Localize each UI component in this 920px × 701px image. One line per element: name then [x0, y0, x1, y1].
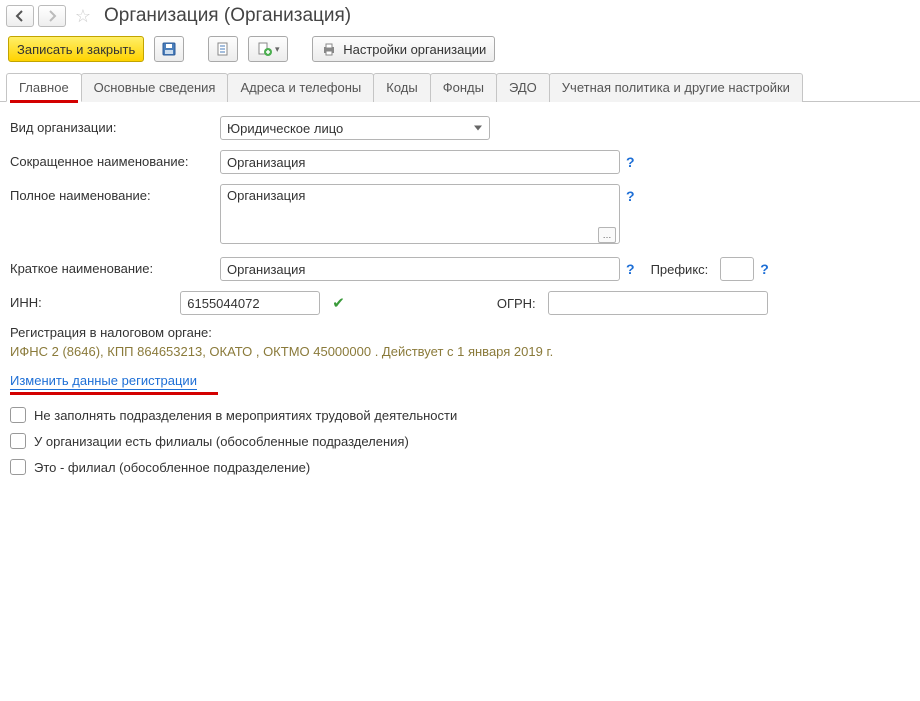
printer-icon: [321, 41, 337, 57]
document-icon: [215, 41, 231, 57]
nav-forward-button[interactable]: [38, 5, 66, 27]
brief-name-help-icon[interactable]: ?: [626, 261, 635, 277]
page-title: Организация (Организация): [104, 5, 351, 27]
short-name-label: Сокращенное наименование:: [10, 150, 220, 169]
no-subdivisions-label: Не заполнять подразделения в мероприятия…: [34, 408, 457, 423]
prefix-help-icon[interactable]: ?: [760, 261, 769, 277]
ogrn-label: ОГРН:: [497, 296, 536, 311]
inn-label: ИНН:: [10, 291, 180, 310]
short-name-input[interactable]: [220, 150, 620, 174]
ogrn-input[interactable]: [548, 291, 768, 315]
full-name-help-icon[interactable]: ?: [626, 188, 635, 204]
document-button[interactable]: [208, 36, 238, 62]
brief-name-input[interactable]: [220, 257, 620, 281]
no-subdivisions-checkbox[interactable]: [10, 407, 26, 423]
nav-back-button[interactable]: [6, 5, 34, 27]
tax-registration-label: Регистрация в налоговом органе:: [10, 325, 910, 340]
floppy-icon: [161, 41, 177, 57]
tab-accounting-policy[interactable]: Учетная политика и другие настройки: [549, 73, 803, 102]
is-branch-label: Это - филиал (обособленное подразделение…: [34, 460, 310, 475]
inn-valid-icon: ✔: [332, 294, 345, 312]
tax-registration-info: ИФНС 2 (8646), КПП 864653213, ОКАТО , ОК…: [10, 344, 910, 359]
tab-main[interactable]: Главное: [6, 73, 82, 102]
favorite-star-icon[interactable]: ☆: [72, 6, 94, 27]
tab-basic-info[interactable]: Основные сведения: [81, 73, 229, 102]
tab-addresses[interactable]: Адреса и телефоны: [227, 73, 374, 102]
short-name-help-icon[interactable]: ?: [626, 154, 635, 170]
prefix-label: Префикс:: [651, 262, 709, 277]
tab-funds[interactable]: Фонды: [430, 73, 497, 102]
edit-link-highlight: [10, 392, 218, 395]
full-name-label: Полное наименование:: [10, 184, 220, 203]
tab-codes[interactable]: Коды: [373, 73, 430, 102]
full-name-textarea[interactable]: [220, 184, 620, 244]
arrow-right-icon: [44, 8, 60, 24]
org-type-select[interactable]: Юридическое лицо: [220, 116, 490, 140]
has-branches-label: У организации есть филиалы (обособленные…: [34, 434, 409, 449]
save-button[interactable]: [154, 36, 184, 62]
edit-registration-link[interactable]: Изменить данные регистрации: [10, 373, 197, 390]
is-branch-checkbox[interactable]: [10, 459, 26, 475]
prefix-input[interactable]: [720, 257, 754, 281]
inn-input[interactable]: [180, 291, 320, 315]
org-settings-button[interactable]: Настройки организации: [312, 36, 495, 62]
has-branches-checkbox[interactable]: [10, 433, 26, 449]
add-document-button[interactable]: ▾: [248, 36, 288, 62]
org-type-label: Вид организации:: [10, 116, 220, 135]
save-and-close-button[interactable]: Записать и закрыть: [8, 36, 144, 62]
document-plus-icon: [257, 41, 273, 57]
tab-edo[interactable]: ЭДО: [496, 73, 550, 102]
full-name-expand-button[interactable]: …: [598, 227, 616, 243]
brief-name-label: Краткое наименование:: [10, 257, 220, 276]
arrow-left-icon: [12, 8, 28, 24]
